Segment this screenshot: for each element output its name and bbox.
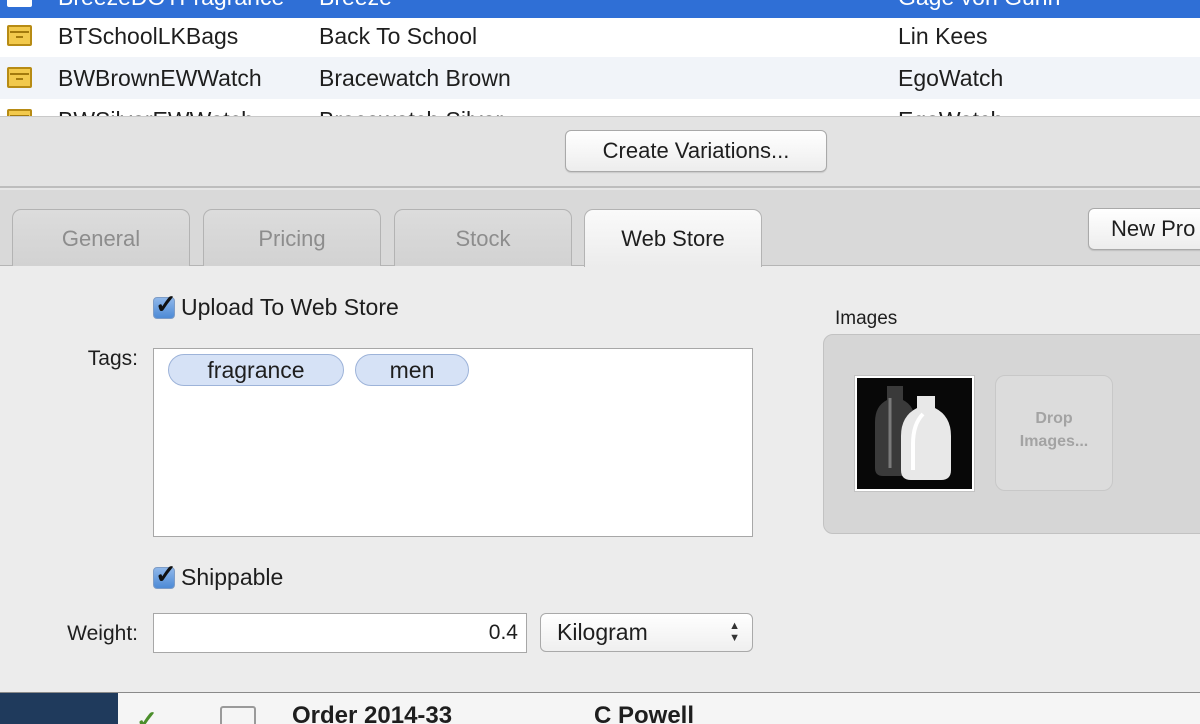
archive-box-icon	[7, 109, 32, 116]
weight-unit-select[interactable]: Kilogram ▲ ▼	[540, 613, 753, 652]
tab-pricing[interactable]: Pricing	[203, 209, 381, 266]
updown-arrows-icon: ▲ ▼	[729, 620, 740, 644]
tab-general[interactable]: General	[12, 209, 190, 266]
tags-label: Tags:	[87, 347, 138, 370]
row-sku: BWSilverEWWatch	[58, 99, 254, 116]
table-row[interactable]: BWBrownEWWatch Bracewatch Brown EgoWatch	[0, 57, 1200, 99]
checkbox-box[interactable]: ✓	[153, 289, 177, 319]
table-row[interactable]: BWSilverEWWatch Bracewatch Silver EgoWat…	[0, 99, 1200, 116]
row-name: Back To School	[319, 23, 478, 49]
images-well[interactable]: Drop Images...	[823, 334, 1200, 534]
document-icon	[220, 706, 256, 724]
row-brand: EgoWatch	[898, 65, 1004, 91]
drop-line1: Drop	[1035, 410, 1073, 427]
bottles-image	[857, 378, 972, 489]
product-list[interactable]: BreezeDOTFragrance Breeze Gage von Gunn …	[0, 0, 1200, 116]
row-brand: EgoWatch	[898, 99, 1003, 116]
tag-token[interactable]: men	[355, 354, 469, 386]
weight-label: Weight:	[67, 622, 138, 645]
shippable-label: Shippable	[181, 564, 284, 590]
tab-web-store[interactable]: Web Store	[584, 209, 762, 267]
drop-images-target[interactable]: Drop Images...	[995, 375, 1113, 491]
tags-field[interactable]: fragrance men	[153, 348, 753, 537]
upload-label: Upload To Web Store	[181, 294, 399, 320]
background-window: ✓ Order 2014-33 C Powell	[0, 692, 1200, 724]
tab-bar: General Pricing Stock Web Store New Pro	[0, 190, 1200, 267]
order-row[interactable]: ✓ Order 2014-33 C Powell	[118, 693, 1200, 724]
weight-unit-value: Kilogram	[557, 619, 648, 645]
row-name: Bracewatch Brown	[319, 65, 511, 91]
order-label: Order 2014-33	[292, 702, 453, 724]
table-row[interactable]: BTSchoolLKBags Back To School Lin Kees	[0, 15, 1200, 57]
shippable-checkbox[interactable]: ✓ Shippable	[153, 559, 284, 591]
weight-field[interactable]: 0.4	[153, 613, 527, 653]
archive-box-icon	[7, 67, 32, 88]
drop-line2: Images...	[1019, 433, 1089, 450]
tag-token[interactable]: fragrance	[168, 354, 344, 386]
row-sku: BTSchoolLKBags	[58, 23, 239, 49]
row-sku: BWBrownEWWatch	[58, 65, 262, 91]
customer-name: C Powell	[594, 702, 695, 724]
web-store-panel: ✓ Upload To Web Store Tags: fragrance me…	[0, 266, 1200, 692]
archive-box-icon	[7, 0, 32, 7]
product-image-thumbnail[interactable]	[854, 375, 975, 492]
checkbox-box[interactable]: ✓	[153, 559, 177, 589]
new-product-button[interactable]: New Pro	[1088, 208, 1200, 250]
variations-bar: Create Variations...	[0, 116, 1200, 188]
archive-box-icon	[7, 25, 32, 46]
images-label: Images	[835, 308, 898, 329]
create-variations-button[interactable]: Create Variations...	[565, 130, 827, 172]
checkmark-icon: ✓	[136, 705, 158, 724]
tab-stock[interactable]: Stock	[394, 209, 572, 266]
row-brand: Lin Kees	[898, 23, 988, 49]
row-name: Bracewatch Silver	[319, 99, 503, 116]
checkmark-icon: ✓	[155, 288, 177, 319]
checkmark-icon: ✓	[155, 558, 177, 589]
upload-to-web-store-checkbox[interactable]: ✓ Upload To Web Store	[153, 289, 399, 321]
